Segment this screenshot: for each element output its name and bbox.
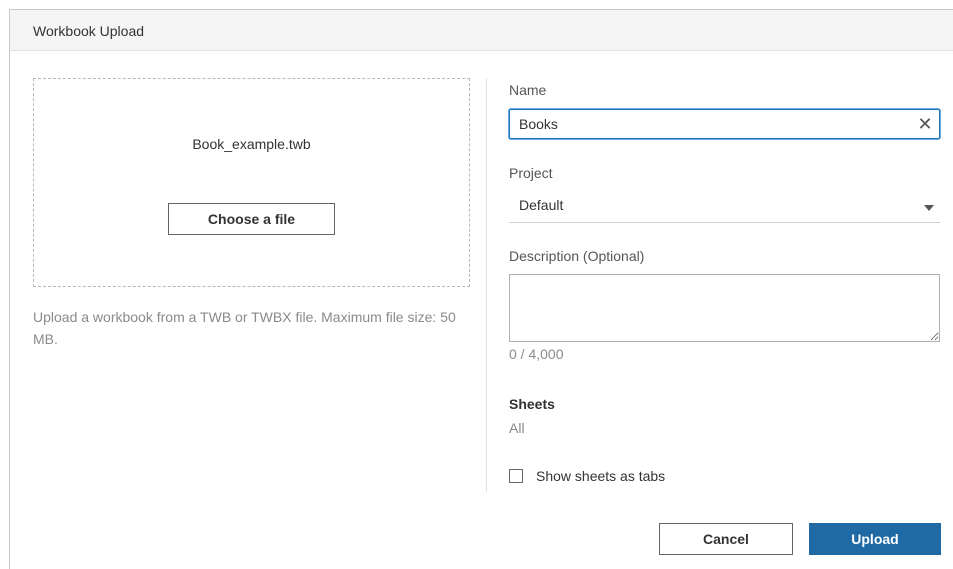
dialog-header: Workbook Upload	[10, 10, 953, 51]
dialog-title: Workbook Upload	[33, 23, 145, 39]
description-textarea[interactable]	[509, 274, 940, 342]
description-label: Description (Optional)	[509, 248, 645, 264]
show-sheets-as-tabs-label[interactable]: Show sheets as tabs	[536, 468, 665, 484]
sheets-value: All	[509, 420, 525, 436]
column-divider	[486, 78, 487, 492]
show-sheets-as-tabs-checkbox[interactable]	[509, 469, 523, 483]
upload-button[interactable]: Upload	[809, 523, 941, 555]
choose-file-button[interactable]: Choose a file	[168, 203, 335, 235]
project-select[interactable]: Default	[509, 192, 940, 223]
sheets-title: Sheets	[509, 396, 555, 412]
upload-help-text: Upload a workbook from a TWB or TWBX fil…	[33, 309, 456, 347]
project-selected-value: Default	[519, 197, 564, 213]
name-label: Name	[509, 82, 547, 98]
project-label: Project	[509, 165, 553, 181]
selected-file-name: Book_example.twb	[192, 136, 311, 152]
name-input[interactable]	[509, 109, 940, 139]
caret-down-icon	[924, 205, 934, 211]
file-drop-zone[interactable]: Book_example.twb Choose a file	[33, 78, 470, 287]
workbook-upload-dialog: Workbook Upload Book_example.twb Choose …	[9, 9, 953, 569]
close-icon[interactable]: ✕	[915, 113, 935, 135]
cancel-button[interactable]: Cancel	[659, 523, 793, 555]
description-char-count: 0 / 4,000	[509, 346, 564, 362]
